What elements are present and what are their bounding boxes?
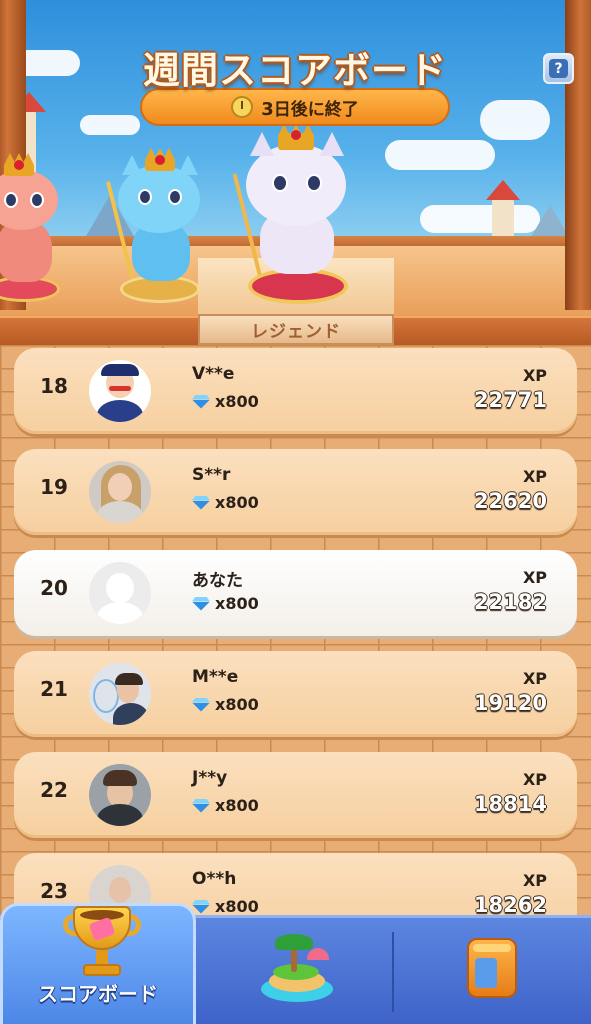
player-name: あなた	[192, 571, 243, 591]
diamond-icon	[192, 597, 210, 611]
pillar	[565, 0, 591, 310]
reward-amount: x800	[215, 392, 259, 411]
leaderboard-row[interactable]: 21 M**e x800 XP 19120	[14, 651, 577, 737]
tab-island[interactable]	[196, 918, 392, 1024]
xp-value: 18814	[473, 792, 547, 816]
pink-cat-statue	[0, 150, 70, 310]
tab-scoreboard[interactable]: スコアボード	[0, 903, 196, 1024]
reward: x800	[192, 392, 259, 411]
xp-label: XP	[522, 568, 547, 587]
reward: x800	[192, 897, 259, 915]
diamond-icon	[192, 395, 210, 409]
leaderboard-row-you[interactable]: 20 あなた x800 XP 22182	[14, 550, 577, 636]
diamond-icon	[192, 799, 210, 813]
reward: x800	[192, 695, 259, 714]
player-name: J**y	[192, 768, 228, 788]
leaderboard-row[interactable]: 19 S**r x800 XP 22620	[14, 449, 577, 535]
bottom-navigation: スコアボード	[0, 903, 591, 1024]
reward: x800	[192, 493, 259, 512]
reward: x800	[192, 594, 259, 613]
xp-value: 22182	[473, 590, 547, 614]
reward-amount: x800	[215, 897, 259, 915]
diamond-icon	[192, 698, 210, 712]
timer-days: 3	[261, 98, 274, 120]
rank-number: 23	[40, 879, 68, 903]
tab-locker[interactable]	[394, 918, 591, 1024]
diamond-icon	[192, 900, 210, 914]
reward-amount: x800	[215, 493, 259, 512]
player-name: M**e	[192, 667, 239, 687]
rank-number: 22	[40, 778, 68, 802]
player-name: V**e	[192, 364, 235, 384]
xp-label: XP	[522, 366, 547, 385]
xp-label: XP	[522, 669, 547, 688]
title-plate: 3日後に終了 週間スコアボード	[124, 40, 466, 128]
avatar[interactable]	[89, 360, 151, 422]
reward: x800	[192, 796, 259, 815]
xp-label: XP	[522, 871, 547, 890]
rank-number: 21	[40, 677, 68, 701]
question-icon: ?	[549, 59, 568, 78]
avatar[interactable]	[89, 461, 151, 523]
leaderboard-row[interactable]: 22 J**y x800 XP 18814	[14, 752, 577, 838]
player-name: S**r	[192, 465, 231, 485]
avatar-placeholder[interactable]	[89, 562, 151, 624]
leaderboard-row[interactable]: 18 V**e x800 XP 22771	[14, 348, 577, 434]
island-icon	[261, 932, 333, 1006]
timer-text: 3日後に終了	[261, 95, 359, 120]
xp-label: XP	[522, 467, 547, 486]
page-title: 週間スコアボード	[143, 49, 447, 92]
cloud	[480, 100, 550, 140]
xp-value: 19120	[473, 691, 547, 715]
avatar[interactable]	[89, 663, 151, 725]
scoreboard-header: レジェンド 3日後に終了 週間スコアボード ?	[0, 0, 591, 345]
rank-number: 19	[40, 475, 68, 499]
xp-value: 18262	[473, 893, 547, 915]
reward-amount: x800	[215, 594, 259, 613]
blue-cat-statue	[112, 145, 208, 310]
help-button[interactable]: ?	[543, 53, 574, 84]
xp-value: 22771	[473, 388, 547, 412]
timer-suffix: 日後に終了	[273, 99, 359, 120]
leaderboard-list[interactable]: 18 V**e x800 XP 22771 19 S**r x800 XP 22…	[0, 345, 591, 915]
reward-amount: x800	[215, 796, 259, 815]
reward-amount: x800	[215, 695, 259, 714]
stopwatch-icon	[231, 96, 254, 118]
tab-scoreboard-label: スコアボード	[38, 982, 158, 1006]
rank-number: 20	[40, 576, 68, 600]
xp-value: 22620	[473, 489, 547, 513]
cloud	[385, 140, 495, 170]
rank-number: 18	[40, 374, 68, 398]
player-name: O**h	[192, 869, 237, 889]
champion-cat-statue	[238, 120, 356, 310]
tier-label-plate: レジェンド	[198, 314, 394, 345]
xp-label: XP	[522, 770, 547, 789]
locker-icon	[457, 934, 527, 1004]
diamond-icon	[192, 496, 210, 510]
tier-label: レジェンド	[251, 322, 341, 342]
avatar[interactable]	[89, 764, 151, 826]
